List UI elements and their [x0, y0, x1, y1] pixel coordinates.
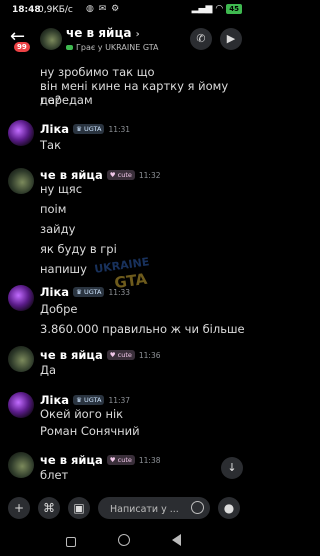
author-name[interactable]: че в яйца — [40, 168, 103, 182]
activity-text: Грає у UKRAINE GTA — [76, 43, 159, 52]
smiley-icon[interactable] — [191, 501, 204, 514]
avatar-che[interactable] — [8, 346, 34, 372]
chat-title[interactable]: че в яйца › — [66, 26, 140, 40]
signal-icon: ▂▄▆ — [191, 4, 213, 14]
avatar-lika[interactable] — [8, 392, 34, 418]
status-bar: 18:48 0,9КБ/с ◍ ✉ ⚙ ▂▄▆ ◠ 45 — [0, 0, 250, 22]
chat-header: ← 99 че в яйца › Грає у UKRAINE GTA ✆ ▶ — [0, 22, 250, 58]
message-header: Ліка ♛ UGTA 11:33 — [40, 285, 130, 299]
avatar-che[interactable] — [8, 452, 34, 478]
message-time: 11:37 — [108, 395, 131, 405]
server-tag: ♛ UGTA — [73, 287, 105, 297]
message-time: 11:31 — [108, 124, 131, 134]
message-line: поім — [40, 202, 67, 216]
message-line: 3.860.000 правильно ж чи більше — [40, 322, 245, 336]
system-icons: ▂▄▆ ◠ 45 — [192, 4, 242, 14]
wifi-icon: ◠ — [215, 4, 224, 14]
server-tag-text: cute — [117, 171, 132, 179]
message-header: Ліка ♛ UGTA 11:31 — [40, 122, 130, 136]
message-time: 11:36 — [138, 350, 161, 360]
battery-icon: 45 — [226, 4, 242, 14]
gamepad-icon — [66, 45, 73, 50]
server-tag-text: UGTA — [83, 396, 102, 404]
message-line: напишу — [40, 262, 87, 276]
gift-button[interactable]: ▣ — [68, 497, 90, 519]
server-tag: ♥ cute — [106, 455, 135, 465]
phone-icon: ✆ — [196, 32, 206, 45]
message-line: Окей його нік — [40, 407, 124, 421]
server-tag: ♛ UGTA — [73, 395, 105, 405]
message-header: че в яйца ♥ cute 11:32 — [40, 168, 161, 182]
video-camera-icon: ▶ — [226, 32, 236, 45]
chat-title-text: че в яйца — [66, 26, 132, 40]
server-tag: ♥ cute — [106, 350, 135, 360]
message-input[interactable] — [108, 497, 196, 522]
microphone-icon: ● — [223, 501, 235, 515]
message-line: ну щяс — [40, 182, 83, 196]
avatar-lika[interactable] — [8, 285, 34, 311]
network-speed: 0,9КБ/с — [38, 5, 73, 15]
gamepad-icon: ⌘ — [43, 501, 55, 515]
author-name[interactable]: че в яйца — [40, 453, 103, 467]
message-line: зайду — [40, 222, 76, 236]
recent-apps-icon[interactable] — [66, 537, 76, 547]
message-header: че в яйца ♥ cute 11:36 — [40, 348, 161, 362]
server-tag-text: cute — [117, 456, 132, 464]
chevron-right-icon: › — [135, 29, 140, 40]
back-icon[interactable] — [172, 534, 181, 546]
activities-button[interactable]: ⌘ — [38, 497, 60, 519]
status-time: 18:48 — [12, 5, 41, 15]
arrow-down-icon: ↓ — [227, 461, 237, 474]
message-time: 11:38 — [138, 455, 161, 465]
message-input-wrapper — [98, 497, 210, 522]
message-time: 11:32 — [138, 170, 161, 180]
jump-to-bottom-button[interactable]: ↓ — [221, 457, 243, 479]
chat-activity: Грає у UKRAINE GTA — [66, 43, 158, 52]
message-time: 11:33 — [108, 287, 131, 297]
author-name[interactable]: Ліка — [40, 393, 69, 407]
plus-icon: + — [13, 501, 25, 515]
gift-icon: ▣ — [73, 501, 85, 515]
message-line: блет — [40, 468, 69, 482]
server-tag-text: UGTA — [83, 288, 102, 296]
author-name[interactable]: Ліка — [40, 285, 69, 299]
message-line: він мені кине на картку я йому передам — [40, 79, 229, 107]
avatar-lika[interactable] — [8, 120, 34, 146]
avatar-che[interactable] — [8, 168, 34, 194]
message-line: Так — [40, 138, 62, 152]
message-header: Ліка ♛ UGTA 11:37 — [40, 393, 130, 407]
author-name[interactable]: че в яйца — [40, 348, 103, 362]
video-call-button[interactable]: ▶ — [220, 28, 242, 50]
server-tag: ♥ cute — [106, 170, 135, 180]
home-icon[interactable] — [118, 534, 130, 546]
chat-avatar[interactable] — [40, 28, 62, 50]
message-line: як буду в грі — [40, 242, 117, 256]
server-tag-text: UGTA — [83, 125, 102, 133]
call-button[interactable]: ✆ — [190, 28, 212, 50]
message-header: че в яйца ♥ cute 11:38 — [40, 453, 161, 467]
system-nav-bar — [0, 528, 250, 556]
unread-count-badge: 99 — [14, 42, 30, 52]
author-name[interactable]: Ліка — [40, 122, 69, 136]
server-tag-text: cute — [117, 351, 132, 359]
voice-message-button[interactable]: ● — [218, 497, 240, 519]
message-line: Добре — [40, 302, 78, 316]
notification-icons: ◍ ✉ ⚙ — [86, 4, 121, 14]
attach-button[interactable]: + — [8, 497, 30, 519]
message-composer: + ⌘ ▣ ● — [0, 493, 250, 525]
message-line: да? — [40, 93, 62, 107]
server-tag: ♛ UGTA — [73, 124, 105, 134]
message-line: Да — [40, 363, 57, 377]
message-line: ну зробимо так що — [40, 65, 155, 79]
message-line: Роман Сонячний — [40, 424, 140, 438]
